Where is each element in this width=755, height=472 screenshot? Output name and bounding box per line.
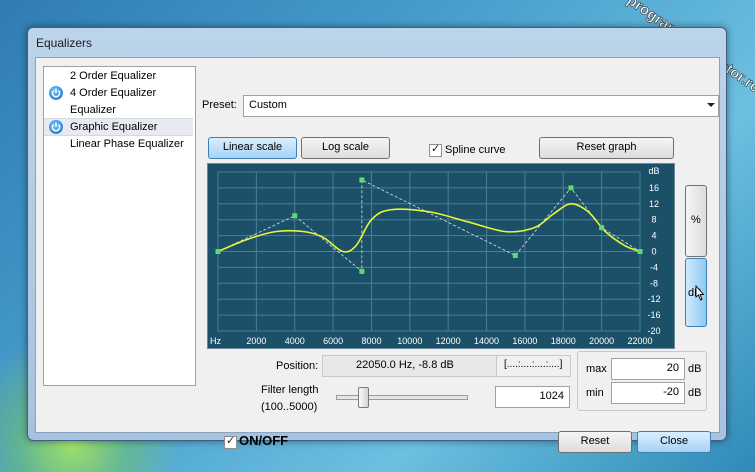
position-label: Position: <box>276 360 319 372</box>
x-tick-label: 8000 <box>361 336 381 346</box>
list-item-equalizer[interactable]: Equalizer <box>44 102 193 118</box>
x-tick-label: 12000 <box>436 336 461 346</box>
min-unit-label: dB <box>688 387 702 399</box>
reset-button[interactable]: Reset <box>558 431 632 453</box>
control-point[interactable] <box>359 177 365 183</box>
list-item-graphic-equalizer[interactable]: Graphic Equalizer <box>44 118 193 136</box>
filter-length-field[interactable]: 1024 <box>495 386 570 408</box>
x-tick-label: 2000 <box>246 336 266 346</box>
close-button[interactable]: Close <box>637 431 711 453</box>
equalizers-window: Equalizers 2 Order Equalizer 4 Order Equ… <box>27 27 727 453</box>
y-tick-label: -12 <box>647 294 660 304</box>
control-point[interactable] <box>512 252 518 258</box>
mouse-cursor-icon <box>695 285 705 301</box>
x-tick-label: 18000 <box>551 336 576 346</box>
chevron-down-icon[interactable] <box>707 103 715 107</box>
window-title: Equalizers <box>36 36 93 50</box>
filter-length-track[interactable] <box>336 395 468 400</box>
limits-group: max 20 dB min -20 dB <box>577 351 707 411</box>
y-tick-label: -8 <box>650 278 658 288</box>
power-icon[interactable] <box>49 120 63 134</box>
filter-range-label: (100..5000) <box>261 401 318 413</box>
filter-length-label: Filter length <box>261 384 319 396</box>
x-tick-label: 16000 <box>512 336 537 346</box>
y-tick-label: -16 <box>647 310 660 320</box>
list-item-label: Equalizer <box>70 104 116 116</box>
x-tick-label: 4000 <box>285 336 305 346</box>
x-unit-label: Hz <box>210 336 221 346</box>
y-tick-label: -4 <box>650 262 658 272</box>
x-tick-label: 10000 <box>397 336 422 346</box>
list-item-label: Graphic Equalizer <box>70 121 158 133</box>
list-item-label: Linear Phase Equalizer <box>70 138 184 150</box>
eq-response-curve <box>217 202 641 253</box>
y-tick-label: 4 <box>651 231 656 241</box>
percent-label: % <box>691 214 701 226</box>
min-label: min <box>586 387 604 399</box>
onoff-label: ON/OFF <box>239 433 289 448</box>
filter-length-value: 1024 <box>539 390 564 402</box>
list-item-label: 2 Order Equalizer <box>70 70 157 82</box>
max-label: max <box>586 363 607 375</box>
control-point[interactable] <box>359 268 365 274</box>
onoff-checkbox[interactable] <box>224 434 237 449</box>
control-point[interactable] <box>599 225 605 231</box>
position-readout: 22050.0 Hz, -8.8 dB <box>322 355 518 377</box>
list-item-linear-phase-equalizer[interactable]: Linear Phase Equalizer <box>44 136 193 152</box>
power-icon[interactable] <box>49 86 63 100</box>
db-scale-button[interactable]: dB <box>685 258 707 327</box>
filter-length-slider[interactable] <box>358 387 369 408</box>
log-scale-button[interactable]: Log scale <box>301 137 390 159</box>
max-field[interactable]: 20 <box>611 358 685 380</box>
preset-value: Custom <box>249 99 287 111</box>
spline-curve-label: Spline curve <box>445 144 506 156</box>
title-bar: Equalizers <box>28 28 726 56</box>
max-unit-label: dB <box>688 363 702 375</box>
y-tick-label: 16 <box>649 183 659 193</box>
y-unit-label: dB <box>648 166 659 176</box>
control-point[interactable] <box>292 213 298 219</box>
y-tick-label: 8 <box>651 215 656 225</box>
y-tick-label: 0 <box>651 247 656 257</box>
preset-label: Preset: <box>202 99 237 111</box>
preset-dropdown[interactable]: Custom <box>243 95 719 117</box>
control-point[interactable] <box>637 249 643 254</box>
eq-graph-canvas[interactable]: 2000 4000 6000 8000 10000 12000 14000 16000 1800… <box>208 164 674 348</box>
min-field[interactable]: -20 <box>611 382 685 404</box>
control-polyline <box>217 179 641 273</box>
position-indicator-text: [....:....:....:....] <box>504 359 563 370</box>
control-point[interactable] <box>215 249 221 254</box>
dialog-client: 2 Order Equalizer 4 Order Equalizer Equa… <box>35 57 720 453</box>
list-item-4-order-equalizer[interactable]: 4 Order Equalizer <box>44 85 193 101</box>
control-point[interactable] <box>568 185 574 191</box>
list-item-label: 4 Order Equalizer <box>70 87 157 99</box>
percent-scale-button[interactable]: % <box>685 185 707 257</box>
max-value: 20 <box>666 362 679 374</box>
y-tick-label: -20 <box>647 326 660 336</box>
x-tick-label: 20000 <box>589 336 614 346</box>
list-item-2-order-equalizer[interactable]: 2 Order Equalizer <box>44 68 193 84</box>
min-value: -20 <box>663 386 679 398</box>
equalizer-list: 2 Order Equalizer 4 Order Equalizer Equa… <box>43 66 196 386</box>
x-tick-label: 14000 <box>474 336 499 346</box>
y-tick-label: 12 <box>649 199 659 209</box>
reset-graph-button[interactable]: Reset graph <box>539 137 674 159</box>
eq-graph[interactable]: 2000 4000 6000 8000 10000 12000 14000 16000 1800… <box>207 163 675 349</box>
linear-scale-button[interactable]: Linear scale <box>208 137 297 159</box>
position-indicator: [....:....:....:....] <box>496 355 571 377</box>
x-tick-label: 6000 <box>323 336 343 346</box>
spline-curve-checkbox[interactable] <box>429 142 442 157</box>
x-tick-label: 22000 <box>627 336 652 346</box>
position-value: 22050.0 Hz, -8.8 dB <box>356 359 454 371</box>
